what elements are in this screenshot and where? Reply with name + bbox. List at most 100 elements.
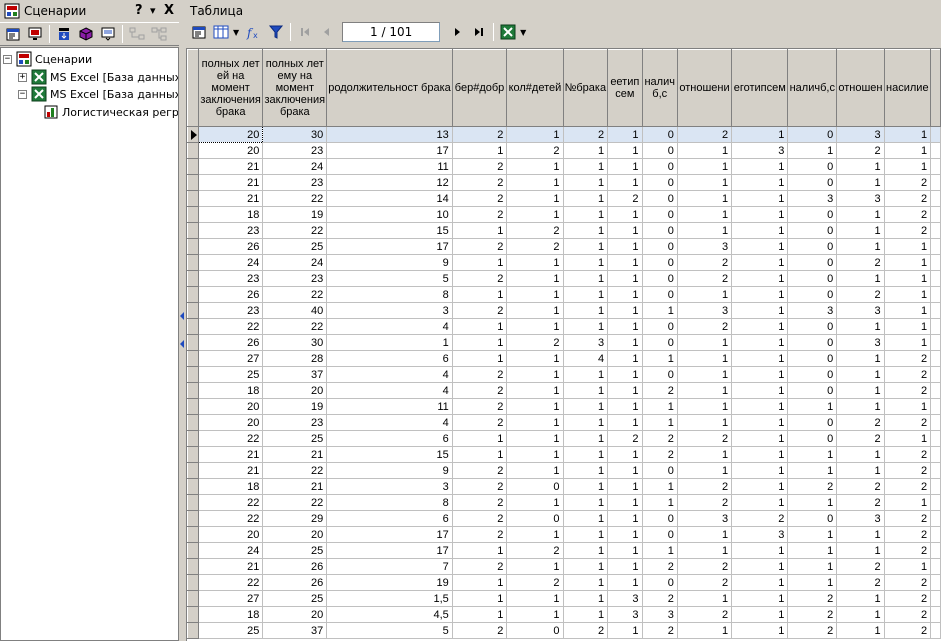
table-cell[interactable]: 1 [677,350,733,367]
table-cell[interactable] [930,222,941,239]
table-cell[interactable]: 1 [563,526,609,543]
table-cell[interactable]: 0 [642,334,678,351]
table-cell[interactable]: 23 [198,270,264,287]
table-row[interactable]: 24 25 17 1 2 1 1 1 1 1 1 1 2 [187,542,941,559]
table-cell[interactable]: 1 [731,238,789,255]
table-cell[interactable]: 0 [642,126,678,143]
table-cell[interactable]: 21 [198,558,264,575]
table-cell[interactable] [930,382,941,399]
corner-header[interactable] [187,49,199,127]
table-row[interactable]: 22 22 4 1 1 1 1 0 2 1 0 1 1 [187,318,941,335]
table-row[interactable]: 18 19 10 2 1 1 1 0 1 1 0 1 2 [187,206,941,223]
row-selector[interactable] [187,174,199,191]
table-cell[interactable]: 4 [563,350,609,367]
table-cell[interactable] [930,174,941,191]
table-cell[interactable]: 1 [506,526,564,543]
row-selector[interactable] [187,254,199,271]
table-cell[interactable]: 2 [836,286,885,303]
table-cell[interactable]: 1 [506,190,564,207]
previous-record-button[interactable] [316,21,338,43]
table-cell[interactable]: 1 [731,382,789,399]
table-cell[interactable]: 1 [563,286,609,303]
table-cell[interactable]: 1 [563,398,609,415]
table-cell[interactable]: 3 [677,238,733,255]
table-cell[interactable]: 1 [452,254,508,271]
table-row[interactable]: 21 24 11 2 1 1 1 0 1 1 0 1 1 [187,158,941,175]
table-cell[interactable]: 1 [677,382,733,399]
table-cell[interactable]: 1 [452,142,508,159]
table-cell[interactable]: 24 [198,254,264,271]
table-cell[interactable]: 24 [262,158,328,175]
table-cell[interactable]: 0 [787,510,838,527]
column-header[interactable]: полных лет ей на момент заключения брака [197,49,264,127]
table-cell[interactable]: 2 [677,318,733,335]
table-cell[interactable]: 2 [677,478,733,495]
table-cell[interactable]: 2 [642,590,678,607]
table-cell[interactable]: 21 [198,190,264,207]
table-cell[interactable]: 0 [787,350,838,367]
table-cell[interactable] [930,142,941,159]
export-dropdown-icon[interactable]: ▼ [520,28,526,37]
table-cell[interactable]: 1 [607,398,643,415]
row-selector[interactable] [187,398,199,415]
table-cell[interactable]: 11 [326,398,453,415]
table-cell[interactable] [930,238,941,255]
tree-item-excel-2[interactable]: − MS Excel [База данных: C [18,85,178,103]
table-cell[interactable]: 14 [326,190,453,207]
table-cell[interactable]: 1,5 [326,590,453,607]
row-selector[interactable] [187,590,199,607]
row-selector[interactable] [187,366,199,383]
table-cell[interactable]: 1 [563,158,609,175]
table-cell[interactable]: 1 [563,606,609,623]
row-selector[interactable] [187,286,199,303]
table-cell[interactable]: 10 [326,206,453,223]
table-cell[interactable] [930,190,941,207]
row-selector[interactable] [187,318,199,335]
table-cell[interactable]: 24 [198,542,264,559]
table-cell[interactable]: 2 [506,238,564,255]
table-cell[interactable]: 15 [326,222,453,239]
column-header[interactable]: наличб,с [787,49,838,127]
table-cell[interactable]: 3 [607,590,643,607]
table-cell[interactable]: 1 [563,382,609,399]
table-cell[interactable]: 1 [677,158,733,175]
table-cell[interactable]: 1 [642,478,678,495]
table-cell[interactable]: 1 [642,302,678,319]
table-cell[interactable]: 23 [262,270,328,287]
table-cell[interactable]: 1 [731,270,789,287]
table-cell[interactable]: 3 [787,190,838,207]
table-cell[interactable]: 1 [607,126,643,143]
table-cell[interactable]: 1 [506,558,564,575]
table-cell[interactable]: 0 [787,270,838,287]
table-cell[interactable]: 18 [198,478,264,495]
table-cell[interactable]: 0 [642,286,678,303]
table-cell[interactable]: 2 [452,158,508,175]
table-cell[interactable]: 1 [731,174,789,191]
table-cell[interactable]: 0 [642,462,678,479]
table-cell[interactable]: 1 [563,270,609,287]
table-cell[interactable]: 2 [506,574,564,591]
table-cell[interactable]: 2 [452,366,508,383]
table-cell[interactable]: 3 [677,510,733,527]
table-cell[interactable]: 30 [262,334,328,351]
table-cell[interactable]: 0 [787,254,838,271]
tree-root-scenarios[interactable]: − Сценарии [3,50,92,68]
table-cell[interactable]: 1 [884,142,932,159]
table-cell[interactable]: 22 [262,462,328,479]
table-cell[interactable]: 4 [326,366,453,383]
table-cell[interactable]: 1 [787,542,838,559]
table-cell[interactable]: 1 [677,414,733,431]
table-cell[interactable]: 3 [787,302,838,319]
table-cell[interactable]: 2 [787,590,838,607]
table-cell[interactable]: 2 [607,190,643,207]
table-cell[interactable]: 0 [642,318,678,335]
table-cell[interactable]: 1 [677,142,733,159]
table-row[interactable]: 20 23 17 1 2 1 1 0 1 3 1 2 1 [187,142,941,159]
table-cell[interactable]: 1 [677,398,733,415]
table-cell[interactable]: 3 [563,334,609,351]
table-cell[interactable]: 11 [326,158,453,175]
table-cell[interactable]: 3 [836,510,885,527]
table-cell[interactable]: 25 [262,590,328,607]
table-row[interactable]: 23 40 3 2 1 1 1 1 3 1 3 3 1 [187,302,941,319]
table-cell[interactable]: 2 [452,382,508,399]
